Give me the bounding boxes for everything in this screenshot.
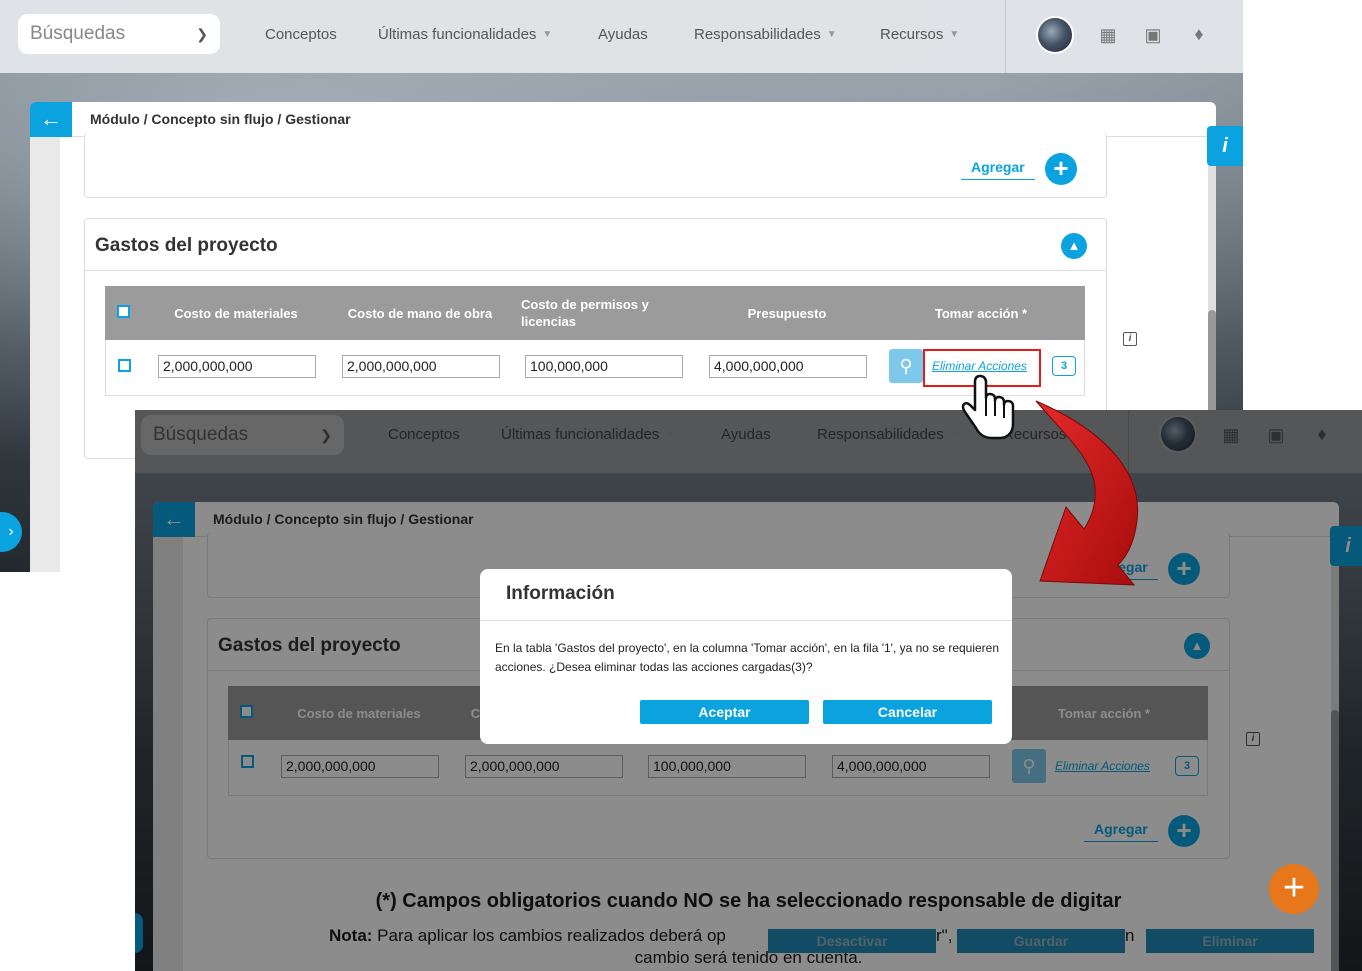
screenshot-after: Búsquedas ❯ Conceptos Últimas funcionali… bbox=[135, 410, 1362, 971]
divider bbox=[1005, 0, 1006, 73]
costo-materiales-input[interactable]: 2,000,000,000 bbox=[158, 355, 316, 378]
chevron-down-icon: ❯ bbox=[196, 25, 208, 42]
costo-permisos-input[interactable]: 100,000,000 bbox=[525, 355, 683, 378]
caret-icon: ▼ bbox=[542, 29, 553, 40]
nav-item-ultimas[interactable]: Últimas funcionalidades ▼ bbox=[378, 26, 552, 43]
action-count-badge[interactable]: 3 bbox=[1052, 356, 1076, 376]
row-checkbox[interactable] bbox=[118, 359, 131, 372]
dialog-message: En la tabla 'Gastos del proyecto', en la… bbox=[495, 641, 1000, 674]
hand-pointer-icon bbox=[961, 374, 1015, 440]
search-icon[interactable]: ⚲ bbox=[889, 349, 923, 383]
header-costo-permisos: Costo de permisos y licencias bbox=[521, 297, 649, 329]
info-icon[interactable]: i bbox=[1123, 332, 1137, 346]
curved-arrow-icon bbox=[1035, 400, 1139, 586]
bell-icon[interactable]: ♦ bbox=[1189, 24, 1209, 44]
book-icon[interactable]: ▣ bbox=[1143, 25, 1163, 45]
plus-icon[interactable]: + bbox=[1269, 864, 1319, 914]
header-costo-mano-obra: Costo de mano de obra bbox=[347, 306, 493, 321]
dialog-title: Información bbox=[480, 569, 1012, 621]
header-presupuesto: Presupuesto bbox=[747, 306, 827, 321]
nav-item-ayudas[interactable]: Ayudas bbox=[598, 26, 648, 43]
accept-button[interactable]: Aceptar bbox=[640, 700, 809, 724]
divider bbox=[85, 270, 1106, 271]
breadcrumb: Módulo / Concepto sin flujo / Gestionar bbox=[90, 111, 351, 127]
select-all-checkbox[interactable] bbox=[117, 305, 130, 318]
back-arrow-icon[interactable]: ← bbox=[30, 101, 72, 137]
nav-item-responsabilidades[interactable]: Responsabilidades ▼ bbox=[694, 26, 837, 43]
header-tomar-accion: Tomar acción * bbox=[934, 306, 1028, 321]
nav-item-recursos[interactable]: Recursos ▼ bbox=[880, 26, 959, 43]
search-select[interactable]: Búsquedas ❯ bbox=[18, 14, 220, 54]
chevron-up-icon[interactable]: ▲ bbox=[1061, 233, 1087, 259]
cancel-button[interactable]: Cancelar bbox=[823, 700, 992, 724]
left-gutter bbox=[30, 137, 60, 572]
nav-item-conceptos[interactable]: Conceptos bbox=[265, 26, 337, 43]
calendar-icon[interactable]: ▦ bbox=[1098, 25, 1118, 45]
previous-section: Agregar + bbox=[84, 132, 1107, 198]
avatar[interactable] bbox=[1036, 16, 1074, 54]
caret-icon: ▼ bbox=[949, 29, 960, 40]
plus-icon[interactable]: + bbox=[1045, 153, 1077, 185]
add-link[interactable]: Agregar bbox=[961, 159, 1035, 180]
caret-icon: ▼ bbox=[826, 29, 837, 40]
search-select-value: Búsquedas bbox=[30, 23, 126, 44]
costo-mano-obra-input[interactable]: 2,000,000,000 bbox=[342, 355, 500, 378]
header-costo-materiales: Costo de materiales bbox=[174, 306, 298, 321]
table-header: Costo de materiales Costo de mano de obr… bbox=[105, 286, 1085, 340]
presupuesto-input[interactable]: 4,000,000,000 bbox=[709, 355, 867, 378]
top-navbar: Búsquedas ❯ Conceptos Últimas funcionali… bbox=[0, 0, 1243, 73]
section-title: Gastos del proyecto bbox=[95, 235, 278, 256]
info-tab-icon[interactable]: i bbox=[1207, 126, 1243, 166]
info-dialog: Información En la tabla 'Gastos del proy… bbox=[480, 569, 1012, 744]
